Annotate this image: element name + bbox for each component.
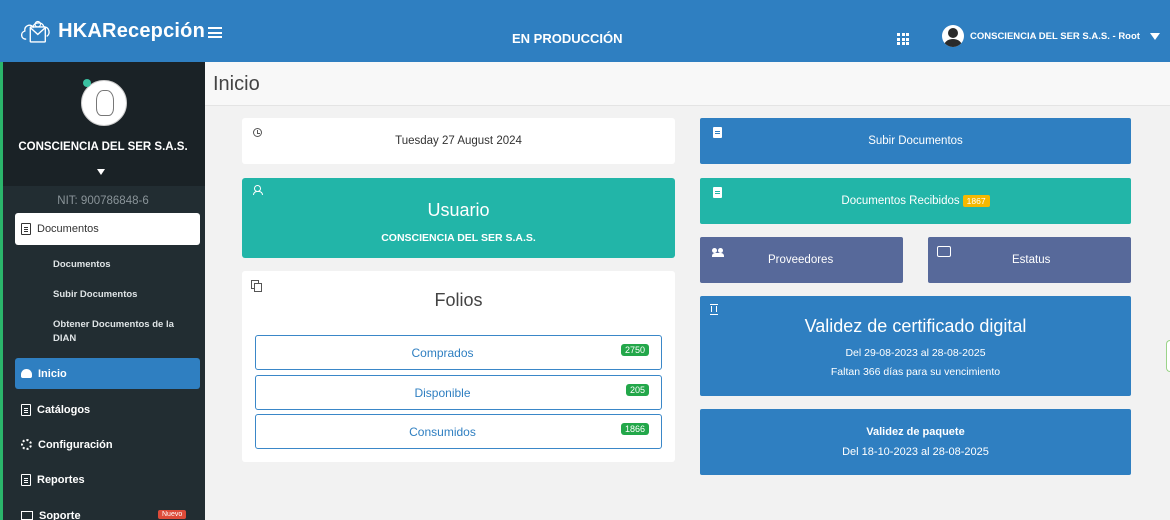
user-name: CONSCIENCIA DEL SER S.A.S. - Root	[970, 30, 1140, 42]
user-card-title: Usuario	[427, 200, 490, 220]
received-documents-button[interactable]: Documentos Recibidos 1867	[700, 178, 1131, 224]
received-documents-text: Documentos Recibidos	[841, 195, 960, 207]
brand-name: HKARecepción	[58, 19, 205, 42]
side-panel-toggle[interactable]	[1166, 340, 1170, 372]
file-icon	[21, 223, 31, 235]
new-badge: Nuevo	[158, 510, 187, 519]
hourglass-icon	[710, 304, 718, 315]
dashboard-icon	[21, 369, 32, 378]
suppliers-button[interactable]: Proveedores	[700, 237, 903, 283]
sidebar-profile: CONSCIENCIA DEL SER S.A.S.	[3, 62, 205, 186]
sidebar-item-inicio[interactable]: Inicio	[15, 358, 200, 389]
sidebar-subitem-documentos[interactable]: Documentos	[53, 258, 193, 272]
sidebar-item-documentos[interactable]: Documentos	[15, 213, 200, 245]
user-menu[interactable]: CONSCIENCIA DEL SER S.A.S. - Root	[942, 25, 1160, 47]
users-icon	[712, 248, 725, 257]
certificate-remaining: Faltan 366 días para su vencimiento	[830, 366, 1001, 378]
certificate-range: Del 29-08-2023 al 28-08-2025	[845, 347, 986, 359]
sidebar-item-label: Inicio	[38, 367, 67, 380]
monitor-status-icon	[937, 246, 951, 257]
user-icon	[253, 185, 263, 195]
upload-documents-button[interactable]: Subir Documentos	[700, 118, 1131, 164]
environment-label: EN PRODUCCIÓN	[512, 31, 623, 46]
current-date: Tuesday 27 August 2024	[395, 135, 522, 147]
company-nit: NIT: 900786848-6	[57, 195, 149, 207]
folios-card: Folios Comprados 2750 Disponible 205 Con…	[242, 271, 675, 462]
sidebar-item-label: Documentos	[37, 223, 99, 235]
folio-count-badge: 1866	[620, 423, 649, 435]
monitor-icon	[21, 511, 33, 520]
package-range: Del 18-10-2023 al 28-08-2025	[842, 446, 989, 458]
received-count-badge: 1867	[962, 195, 990, 207]
user-avatar-icon	[942, 25, 964, 47]
sidebar: CONSCIENCIA DEL SER S.A.S. NIT: 90078684…	[0, 62, 205, 520]
status-label: Estatus	[1012, 254, 1051, 266]
sidebar-item-reportes[interactable]: Reportes	[15, 464, 200, 495]
caret-down-icon[interactable]	[97, 169, 105, 175]
folio-row-disponible[interactable]: Disponible 205	[255, 375, 662, 410]
folio-row-consumidos[interactable]: Consumidos 1866	[255, 414, 662, 449]
sidebar-item-label: Soporte	[39, 509, 81, 520]
folio-count-badge: 205	[625, 384, 649, 396]
folios-title: Folios	[434, 290, 483, 310]
menu-toggle-icon[interactable]	[208, 27, 222, 38]
apps-grid-icon[interactable]	[897, 33, 909, 45]
certificate-title: Validez de certificado digital	[804, 316, 1027, 336]
sidebar-subitem-subir-documentos[interactable]: Subir Documentos	[53, 288, 193, 302]
upload-documents-label: Subir Documentos	[868, 135, 963, 147]
package-title: Validez de paquete	[866, 426, 965, 438]
content-header: Inicio	[205, 62, 1170, 106]
sidebar-item-label: Configuración	[38, 438, 113, 451]
sidebar-item-label: Reportes	[37, 473, 85, 486]
sidebar-item-configuracion[interactable]: Configuración	[15, 429, 200, 460]
top-navbar: HKARecepción EN PRODUCCIÓN CONSCIENCIA D…	[0, 0, 1170, 62]
received-documents-label: Documentos Recibidos 1867	[700, 195, 1131, 207]
file-icon	[21, 403, 31, 416]
online-status-dot	[83, 79, 91, 87]
date-card: Tuesday 27 August 2024	[242, 118, 675, 164]
package-validity-card: Validez de paquete Del 18-10-2023 al 28-…	[700, 409, 1131, 475]
cloud-mail-icon	[20, 20, 50, 43]
gear-icon	[21, 439, 32, 450]
user-card: Usuario CONSCIENCIA DEL SER S.A.S.	[242, 178, 675, 258]
folio-label: Consumidos	[409, 425, 476, 439]
status-button[interactable]: Estatus	[928, 237, 1131, 283]
sidebar-item-catalogos[interactable]: Catálogos	[15, 394, 200, 425]
folio-count-badge: 2750	[620, 344, 649, 356]
sidebar-item-label: Catálogos	[37, 403, 91, 416]
brand-logo[interactable]: HKARecepción	[0, 0, 205, 62]
folio-label: Comprados	[411, 346, 474, 360]
caret-down-icon	[1149, 32, 1160, 40]
page-title: Inicio	[213, 73, 260, 95]
sidebar-subitem-obtener-dian[interactable]: Obtener Documentos de la DIAN	[53, 318, 193, 346]
certificate-validity-card: Validez de certificado digital Del 29-08…	[700, 296, 1131, 396]
copy-icon	[251, 280, 262, 292]
company-name[interactable]: CONSCIENCIA DEL SER S.A.S.	[3, 141, 203, 153]
file-icon	[21, 473, 31, 486]
suppliers-label: Proveedores	[768, 254, 834, 266]
folio-label: Disponible	[414, 386, 471, 400]
folio-row-comprados[interactable]: Comprados 2750	[255, 335, 662, 370]
user-card-company: CONSCIENCIA DEL SER S.A.S.	[381, 232, 536, 244]
